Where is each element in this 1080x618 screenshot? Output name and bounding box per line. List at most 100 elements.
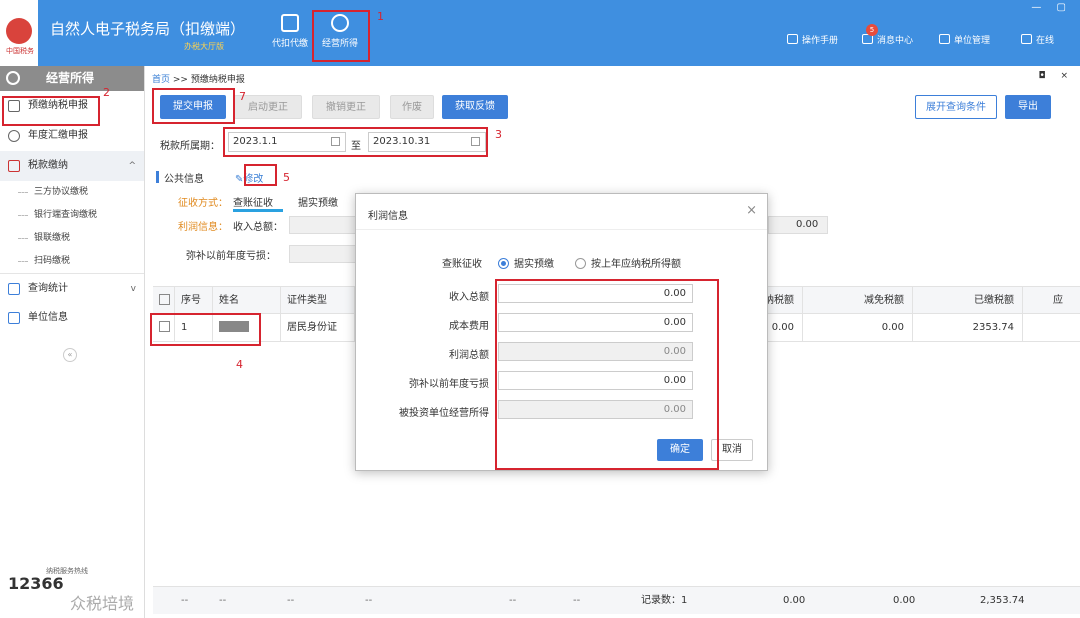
profit-info-dialog: 利润信息 × 查账征收 据实预缴 按上年应纳税所得额 收入总额 0.00 成本费… [355, 193, 768, 471]
sidebar-collapse-button[interactable]: « [63, 348, 77, 362]
mode-underline [233, 209, 283, 212]
chart-icon [8, 283, 20, 295]
nav-business-income[interactable]: 经营所得 [312, 14, 368, 49]
sidebar-item-bank-query[interactable]: 银行端查询缴税 [0, 204, 144, 227]
breadcrumb-home[interactable]: 首页 [152, 75, 170, 85]
chevron-up-icon: ^ [128, 161, 136, 171]
income-input[interactable]: 0.00 [498, 284, 693, 303]
logo: 中国税务 [0, 0, 38, 66]
row-checkbox[interactable] [153, 314, 175, 342]
dialog-divider [356, 229, 767, 230]
tax-emblem-icon [6, 18, 32, 44]
radio-unchecked-icon [575, 258, 586, 269]
get-feedback-button[interactable]: 获取反馈 [442, 95, 508, 119]
col-id-type: 证件类型 [281, 287, 355, 315]
dialog-title: 利润信息 [368, 211, 408, 222]
invested-income-input: 0.00 [498, 400, 693, 419]
behind-value: 0.00 [796, 219, 819, 230]
manual-link[interactable]: 操作手册 [787, 33, 838, 46]
footer-tax: 0.00 [783, 595, 806, 606]
calendar-icon [471, 137, 480, 146]
row-id-type: 居民身份证 [281, 314, 355, 342]
tax-icon [8, 160, 20, 172]
row-name [213, 314, 281, 342]
sidebar-item-scan[interactable]: 扫码缴税 [0, 250, 144, 273]
period-to-label: 至 [351, 141, 361, 152]
app-subtitle: 办税大厅版 [184, 42, 224, 51]
cost-input[interactable]: 0.00 [498, 313, 693, 332]
field-label-invested: 被投资单位经营所得 [399, 408, 489, 419]
row-relief: 0.00 [803, 314, 913, 342]
nav-withholding[interactable]: 代扣代缴 [262, 14, 318, 49]
chevron-down-icon: v [130, 284, 136, 294]
edit-link[interactable]: ✎修改 [235, 170, 263, 185]
income-label: 收入总额： [233, 222, 283, 233]
window-controls[interactable]: — ▢ [1031, 2, 1072, 13]
col-more: 应 [1053, 295, 1063, 306]
field-label-profit: 利润总额 [449, 350, 489, 361]
profit-label: 利润信息： [178, 222, 228, 233]
coins-icon [331, 14, 349, 32]
expand-query-button[interactable]: 展开查询条件 [915, 95, 997, 119]
mode-value[interactable]: 查账征收 [233, 194, 273, 209]
void-button[interactable]: 作废 [390, 95, 434, 119]
radio-last-year[interactable]: 按上年应纳税所得额 [575, 255, 681, 270]
period-end-input[interactable]: 2023.10.31 [368, 132, 486, 152]
footer-paid: 2,353.74 [980, 595, 1025, 606]
loss-field [289, 245, 357, 263]
app-title: 自然人电子税务局（扣缴端） [50, 20, 246, 38]
row-no: 1 [175, 314, 213, 342]
radio-group-label: 查账征收 [442, 259, 482, 270]
message-center-link[interactable]: 5 消息中心 [862, 24, 913, 46]
period-label: 税款所属期： [160, 141, 220, 152]
annotation-label-7: 7 [239, 90, 246, 103]
col-paid: 已缴税额 [913, 287, 1023, 315]
close-icon[interactable]: × [746, 203, 757, 218]
col-relief: 减免税额 [803, 287, 913, 315]
sidebar-item-tripartite[interactable]: 三方协议缴税 [0, 181, 144, 204]
confirm-button[interactable]: 确定 [657, 439, 703, 461]
income-field [289, 216, 357, 234]
watermark: 众税培境 [70, 594, 135, 613]
annotation-label-3: 3 [495, 128, 502, 141]
sidebar-header: 经营所得 [0, 66, 144, 91]
mode-other[interactable]: 据实预缴 [298, 194, 338, 209]
sidebar-item-prepayment[interactable]: 预缴纳税申报 [0, 91, 144, 121]
building-icon [939, 34, 950, 44]
sidebar-item-annual[interactable]: 年度汇缴申报 [0, 121, 144, 151]
cancel-button[interactable]: 取消 [711, 439, 753, 461]
breadcrumb: 首页 >> 预缴纳税申报 [152, 75, 245, 85]
col-name: 姓名 [213, 287, 281, 315]
manual-icon [787, 34, 798, 44]
period-start-input[interactable]: 2023.1.1 [228, 132, 346, 152]
record-count: 记录数：1 [641, 595, 688, 606]
wallet-icon [281, 14, 299, 32]
sidebar-item-tax-payment[interactable]: 税款缴纳 ^ [0, 151, 144, 181]
submit-button[interactable]: 提交申报 [160, 95, 226, 119]
sidebar-item-query[interactable]: 查询统计 v [0, 273, 144, 303]
annotation-label-2: 2 [103, 86, 110, 99]
annotation-label-5: 5 [283, 171, 290, 184]
table-footer: -- -- -- -- -- -- 记录数：1 0.00 0.00 2,353.… [153, 586, 1080, 614]
footer-relief: 0.00 [893, 595, 916, 606]
online-icon [1021, 34, 1032, 44]
radio-actual[interactable]: 据实预缴 [498, 255, 554, 270]
online-status[interactable]: 在线 [1021, 33, 1054, 46]
yen-icon [8, 130, 20, 142]
row-paid: 2353.74 [913, 314, 1023, 342]
calendar-icon [331, 137, 340, 146]
cancel-correction-button[interactable]: 撤销更正 [312, 95, 380, 119]
public-info-title: 公共信息 [156, 170, 204, 185]
sidebar-item-unionpay[interactable]: 银联缴税 [0, 227, 144, 250]
sidebar-item-unit-info[interactable]: 单位信息 [0, 303, 144, 333]
select-all-checkbox[interactable] [153, 287, 175, 315]
loss-input[interactable]: 0.00 [498, 371, 693, 390]
field-label-loss: 弥补以前年度亏损 [409, 379, 489, 390]
annotation-label-4: 4 [236, 358, 243, 371]
tab-controls[interactable]: ◘ × [1038, 71, 1074, 81]
unit-management-link[interactable]: 单位管理 [939, 33, 990, 46]
export-button[interactable]: 导出 [1005, 95, 1051, 119]
field-label-income: 收入总额 [449, 292, 489, 303]
loss-label: 弥补以前年度亏损： [186, 251, 276, 262]
logo-text: 中国税务 [6, 47, 34, 55]
